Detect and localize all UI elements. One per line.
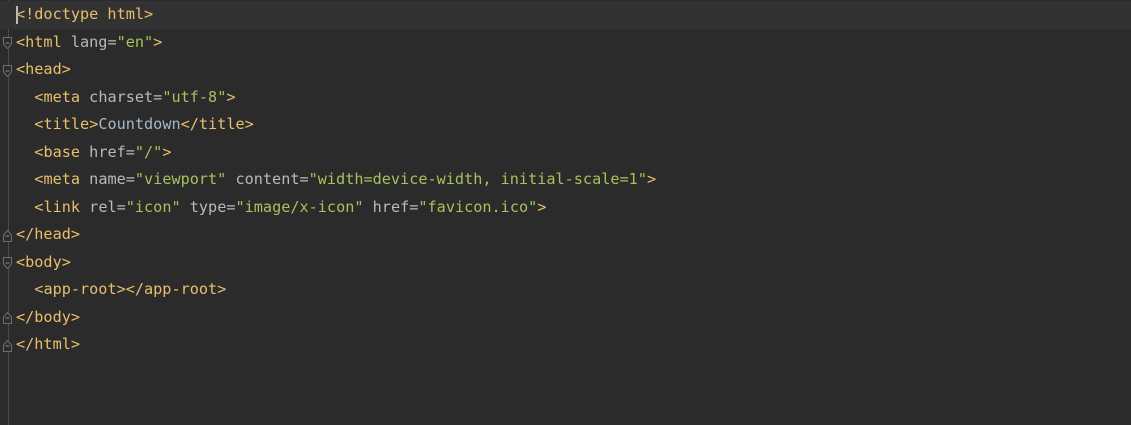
code-token: </body> <box>16 307 81 326</box>
code-token: name= <box>89 170 135 188</box>
code-token: > <box>226 87 236 106</box>
fold-close-icon[interactable] <box>2 311 13 325</box>
fold-close-icon[interactable] <box>2 339 13 353</box>
code-text: <body> <box>16 249 71 277</box>
code-token: > <box>646 170 657 188</box>
code-token: "en" <box>116 32 154 51</box>
code-token: "viewport" <box>134 170 227 188</box>
code-token: rel= <box>89 197 126 216</box>
code-token: type= <box>180 197 236 216</box>
code-line[interactable]: <app-root></app-root> <box>0 276 1131 304</box>
code-token: </html> <box>16 335 81 353</box>
fold-open-icon[interactable] <box>2 36 13 50</box>
code-line[interactable]: </html> <box>0 331 1131 359</box>
code-text: <meta name="viewport" content="width=dev… <box>16 166 656 194</box>
code-token: "/" <box>134 142 163 161</box>
code-token: <head> <box>16 60 71 78</box>
fold-open-icon[interactable] <box>2 256 13 270</box>
code-token: <app-root></app-root> <box>34 280 227 298</box>
code-token: <!doctype html> <box>16 5 154 23</box>
code-text: <html lang="en"> <box>16 29 162 57</box>
code-line[interactable]: <link rel="icon" type="image/x-icon" hre… <box>0 194 1131 222</box>
code-token: <link <box>34 197 90 216</box>
code-token: "icon" <box>125 197 181 216</box>
code-line[interactable]: </body> <box>0 304 1131 332</box>
code-token: "utf-8" <box>162 87 227 106</box>
code-text: </html> <box>16 331 80 359</box>
code-token: "favicon.ico" <box>418 197 538 216</box>
code-token: lang= <box>70 32 117 51</box>
code-token: <base <box>34 142 90 161</box>
code-text: <base href="/"> <box>16 139 171 167</box>
code-token: href= <box>89 142 135 161</box>
code-token: "image/x-icon" <box>235 197 364 216</box>
code-token: "width=device-width, initial-scale=1" <box>308 170 647 188</box>
text-caret <box>16 6 18 24</box>
code-text: <app-root></app-root> <box>16 276 226 304</box>
code-editor[interactable]: <!doctype html> <html lang="en"> <head> <m… <box>0 0 1131 425</box>
code-text: <title>Countdown</title> <box>16 111 254 139</box>
code-token: </head> <box>16 225 81 243</box>
code-line[interactable]: <html lang="en"> <box>0 29 1131 57</box>
code-text: <head> <box>16 56 71 84</box>
code-token: <meta <box>34 87 90 106</box>
code-line[interactable]: <base href="/"> <box>0 139 1131 167</box>
code-token: > <box>537 197 547 216</box>
fold-close-icon[interactable] <box>2 229 13 243</box>
code-line[interactable]: <head> <box>0 56 1131 84</box>
code-token: > <box>153 32 163 51</box>
code-token: charset= <box>89 87 163 106</box>
code-token: content= <box>226 170 309 188</box>
code-token: <html <box>16 32 71 51</box>
code-token: Countdown <box>98 115 181 133</box>
code-token: <body> <box>16 252 71 271</box>
code-token: href= <box>363 197 419 216</box>
code-token: <meta <box>34 170 90 188</box>
code-token: <title> <box>34 115 99 133</box>
code-line[interactable]: <body> <box>0 249 1131 277</box>
code-line[interactable]: <meta name="viewport" content="width=dev… <box>0 166 1131 194</box>
code-line[interactable]: </head> <box>0 221 1131 249</box>
code-text: </head> <box>16 221 80 249</box>
code-text: <!doctype html> <box>16 1 153 29</box>
code-token: </title> <box>180 115 254 133</box>
fold-open-icon[interactable] <box>2 64 13 78</box>
code-text: <link rel="icon" type="image/x-icon" hre… <box>16 194 546 222</box>
code-text: <meta charset="utf-8"> <box>16 84 236 112</box>
code-line[interactable]: <meta charset="utf-8"> <box>0 84 1131 112</box>
code-line[interactable]: <title>Countdown</title> <box>0 111 1131 139</box>
code-token: > <box>162 142 172 161</box>
code-line[interactable]: <!doctype html> <box>0 1 1131 29</box>
code-text: </body> <box>16 304 80 332</box>
